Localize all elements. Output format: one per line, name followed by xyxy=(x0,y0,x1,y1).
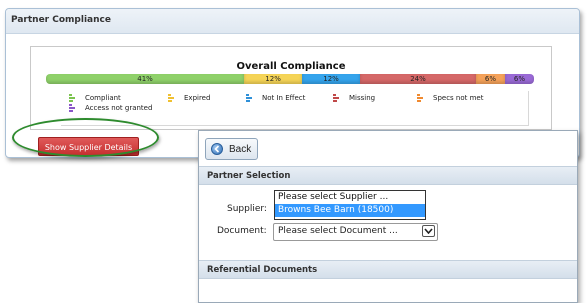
supplier-selection-popup: Back Partner Selection Supplier: Please … xyxy=(198,130,578,303)
supplier-label: Supplier: xyxy=(227,204,267,214)
supplier-option[interactable]: Browns Bee Barn (18500) xyxy=(275,204,425,217)
supplier-option[interactable]: Please select Supplier ... xyxy=(275,191,425,204)
chevron-down-icon[interactable] xyxy=(422,225,435,237)
legend-swatch-icon xyxy=(69,104,77,112)
compliance-stacked-bar: 41% 12% 12% 24% 6% 6% xyxy=(46,74,534,84)
legend-label: Specs not met xyxy=(433,94,484,102)
supplier-listbox[interactable]: Please select Supplier ... Browns Bee Bar… xyxy=(274,190,426,220)
legend-swatch-icon xyxy=(69,94,77,102)
legend-item: Access not granted xyxy=(69,104,152,112)
back-button[interactable]: Back xyxy=(205,138,258,160)
referential-documents-title: Referential Documents xyxy=(207,265,318,275)
bar-segment: 12% xyxy=(302,74,361,84)
referential-documents-header: Referential Documents xyxy=(199,260,577,279)
panel-header: Partner Compliance xyxy=(6,9,579,34)
highlight-circle xyxy=(12,118,159,157)
bar-segment: 12% xyxy=(244,74,303,84)
legend-swatch-icon xyxy=(333,94,341,102)
panel-title: Partner Compliance xyxy=(11,15,111,25)
legend-label: Access not granted xyxy=(85,104,153,112)
legend-item: Expired xyxy=(168,94,210,102)
back-label: Back xyxy=(229,143,252,155)
document-label: Document: xyxy=(217,226,267,236)
legend-item: Missing xyxy=(333,94,375,102)
partner-selection-title: Partner Selection xyxy=(207,171,291,181)
legend-swatch-icon xyxy=(168,94,176,102)
legend-label: Not In Effect xyxy=(262,94,306,102)
document-select-value: Please select Document ... xyxy=(278,226,398,236)
document-select[interactable]: Please select Document ... xyxy=(273,223,438,241)
bar-segment: 6% xyxy=(504,74,534,84)
bar-segment: 41% xyxy=(46,74,245,84)
bar-segment: 24% xyxy=(360,74,476,84)
legend-label: Expired xyxy=(184,94,211,102)
legend-item: Specs not met xyxy=(417,94,483,102)
legend-swatch-icon xyxy=(246,94,254,102)
back-arrow-icon xyxy=(211,143,223,155)
compliance-chart: Overall Compliance 41% 12% 12% 24% 6% 6% Comp… xyxy=(30,46,552,130)
bar-segment: 6% xyxy=(475,74,505,84)
legend-item: Compliant xyxy=(69,94,121,102)
legend-label: Compliant xyxy=(85,94,121,102)
chart-title: Overall Compliance xyxy=(236,61,346,72)
partner-selection-header: Partner Selection xyxy=(199,166,577,185)
legend-item: Not In Effect xyxy=(246,94,305,102)
legend-label: Missing xyxy=(349,94,376,102)
chart-legend: Compliant Expired Not In Effect Missing Spec… xyxy=(61,91,529,126)
legend-swatch-icon xyxy=(417,94,425,102)
